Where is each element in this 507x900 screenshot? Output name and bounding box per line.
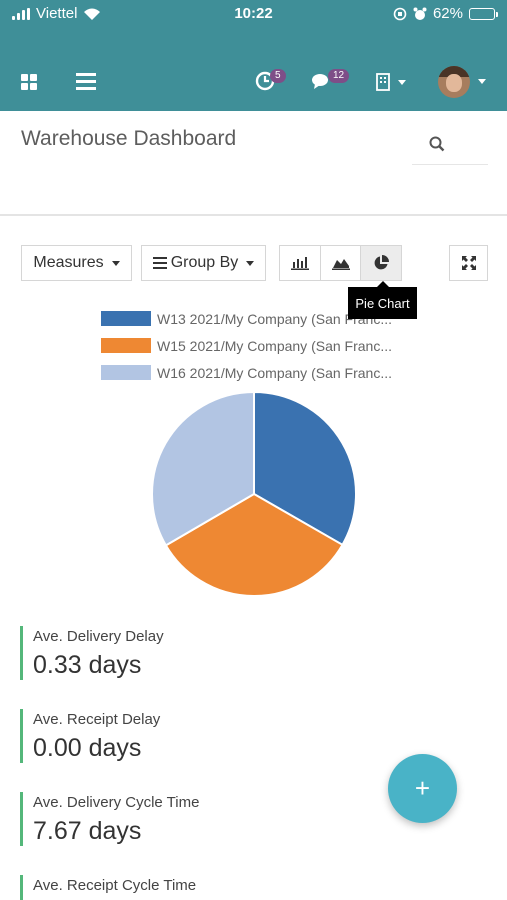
- legend-label: W15 2021/My Company (San Franc...: [157, 337, 392, 354]
- kpi-card[interactable]: Ave. Receipt Cycle Time: [20, 875, 320, 900]
- navbar: 5 12: [0, 58, 507, 106]
- avatar[interactable]: [438, 66, 470, 98]
- chevron-down-icon[interactable]: [478, 79, 486, 84]
- kpi-card[interactable]: Ave. Delivery Cycle Time 7.67 days: [20, 792, 320, 846]
- apps-icon[interactable]: [20, 74, 38, 90]
- chevron-down-icon: [246, 260, 255, 266]
- pie-chart: [151, 390, 357, 597]
- plus-icon: +: [414, 773, 431, 803]
- area-chart-icon: [331, 259, 350, 270]
- expand-icon: [461, 256, 476, 270]
- kpi-value: 7.67 days: [33, 817, 142, 845]
- orientation-lock-icon: [393, 7, 407, 20]
- measures-button[interactable]: Measures: [21, 245, 132, 281]
- list-icon: [152, 257, 167, 269]
- menu-icon[interactable]: [76, 72, 96, 90]
- status-bar: Viettel 10:22 62%: [0, 0, 507, 30]
- line-chart-button[interactable]: [321, 246, 362, 280]
- chart-type-tooltip: Pie Chart: [348, 281, 417, 319]
- legend-swatch: [101, 311, 151, 326]
- kpi-label: Ave. Delivery Cycle Time: [33, 794, 200, 811]
- battery-percent: 62%: [432, 5, 463, 22]
- page-title: Warehouse Dashboard: [21, 127, 237, 150]
- search-icon: [429, 136, 445, 152]
- messages-badge: 12: [328, 69, 350, 83]
- chevron-down-icon: [111, 260, 120, 266]
- kpi-value: 0.00 days: [33, 734, 142, 762]
- expand-button[interactable]: [449, 245, 488, 281]
- kpi-label: Ave. Receipt Cycle Time: [33, 877, 197, 894]
- group-by-label: Group By: [170, 254, 239, 271]
- divider: [0, 214, 507, 216]
- chevron-down-icon: [398, 79, 406, 85]
- search-input[interactable]: [412, 125, 488, 165]
- battery-icon: [469, 7, 498, 20]
- chart-type-switcher: [279, 245, 402, 281]
- bar-chart-icon: [290, 257, 309, 270]
- bar-chart-button[interactable]: [280, 246, 321, 280]
- add-button[interactable]: +: [388, 754, 457, 823]
- pie-chart-icon: [374, 255, 390, 270]
- alarm-icon: [413, 7, 427, 20]
- legend-swatch: [101, 365, 151, 380]
- kpi-value: 0.33 days: [33, 651, 142, 679]
- pie-chart-button[interactable]: [361, 246, 402, 280]
- group-by-button[interactable]: Group By: [141, 245, 266, 281]
- legend-item[interactable]: W16 2021/My Company (San Franc...: [101, 359, 411, 386]
- measures-label: Measures: [33, 254, 104, 271]
- activity-badge: 5: [270, 69, 286, 83]
- legend-item[interactable]: W15 2021/My Company (San Franc...: [101, 332, 411, 359]
- company-switcher[interactable]: [374, 71, 408, 93]
- legend-swatch: [101, 338, 151, 353]
- top-bar: Viettel 10:22 62% 5 12: [0, 0, 507, 111]
- building-icon: [376, 73, 390, 91]
- kpi-card[interactable]: Ave. Delivery Delay 0.33 days: [20, 626, 320, 680]
- kpi-card[interactable]: Ave. Receipt Delay 0.00 days: [20, 709, 320, 763]
- legend-label: W16 2021/My Company (San Franc...: [157, 364, 392, 381]
- kpi-label: Ave. Delivery Delay: [33, 628, 164, 645]
- kpi-label: Ave. Receipt Delay: [33, 711, 161, 728]
